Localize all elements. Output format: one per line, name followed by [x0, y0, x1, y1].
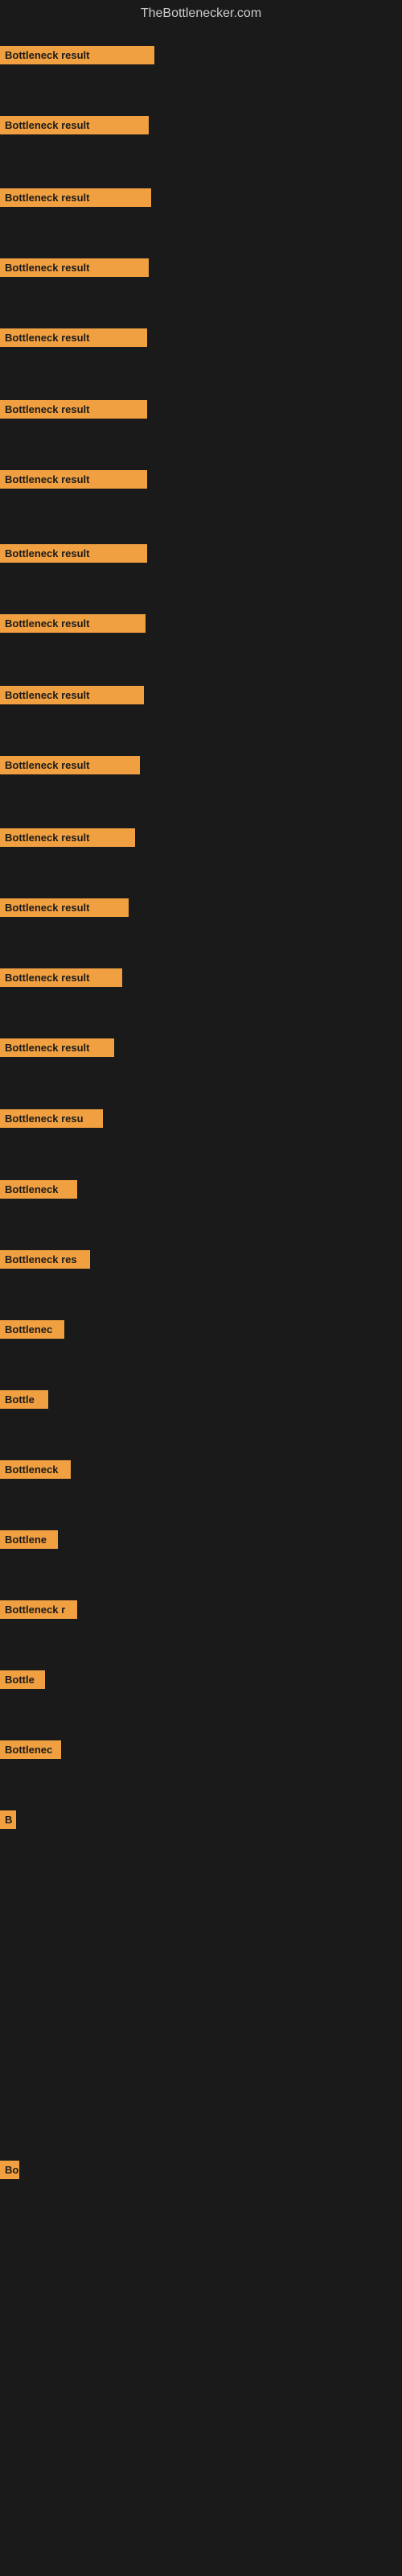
- bottleneck-result-item: Bottleneck result: [0, 898, 129, 917]
- bottleneck-result-item: Bottleneck r: [0, 1600, 77, 1619]
- bottleneck-result-item: Bottleneck result: [0, 470, 147, 489]
- bottleneck-result-item: Bottleneck result: [0, 968, 122, 987]
- bottleneck-result-item: Bottleneck resu: [0, 1109, 103, 1128]
- bottleneck-result-item: Bottlene: [0, 1530, 58, 1549]
- site-title: TheBottlenecker.com: [0, 0, 402, 24]
- bottleneck-result-item: Bottleneck result: [0, 756, 140, 774]
- bottleneck-result-item: Bottle: [0, 1390, 48, 1409]
- bottleneck-result-item: Bottlenec: [0, 1740, 61, 1759]
- bottleneck-result-item: Bottleneck res: [0, 1250, 90, 1269]
- bottleneck-result-item: Bottleneck result: [0, 614, 146, 633]
- bottleneck-result-item: Bottleneck result: [0, 116, 149, 134]
- bottleneck-result-item: Bottleneck result: [0, 1038, 114, 1057]
- bottleneck-result-item: Bottleneck result: [0, 544, 147, 563]
- bottleneck-result-item: Bo: [0, 2161, 19, 2179]
- bottleneck-result-item: Bottleneck result: [0, 46, 154, 64]
- bottleneck-result-item: Bottleneck result: [0, 400, 147, 419]
- bottleneck-result-item: Bottleneck result: [0, 828, 135, 847]
- bottleneck-result-item: Bottleneck result: [0, 258, 149, 277]
- bottleneck-result-item: Bottleneck result: [0, 188, 151, 207]
- bottleneck-result-item: Bottle: [0, 1670, 45, 1689]
- bottleneck-result-item: Bottlenec: [0, 1320, 64, 1339]
- bottleneck-result-item: Bottleneck result: [0, 328, 147, 347]
- bottleneck-result-item: B: [0, 1810, 16, 1829]
- bottleneck-result-item: Bottleneck: [0, 1460, 71, 1479]
- bottleneck-result-item: Bottleneck result: [0, 686, 144, 704]
- bottleneck-result-item: Bottleneck: [0, 1180, 77, 1199]
